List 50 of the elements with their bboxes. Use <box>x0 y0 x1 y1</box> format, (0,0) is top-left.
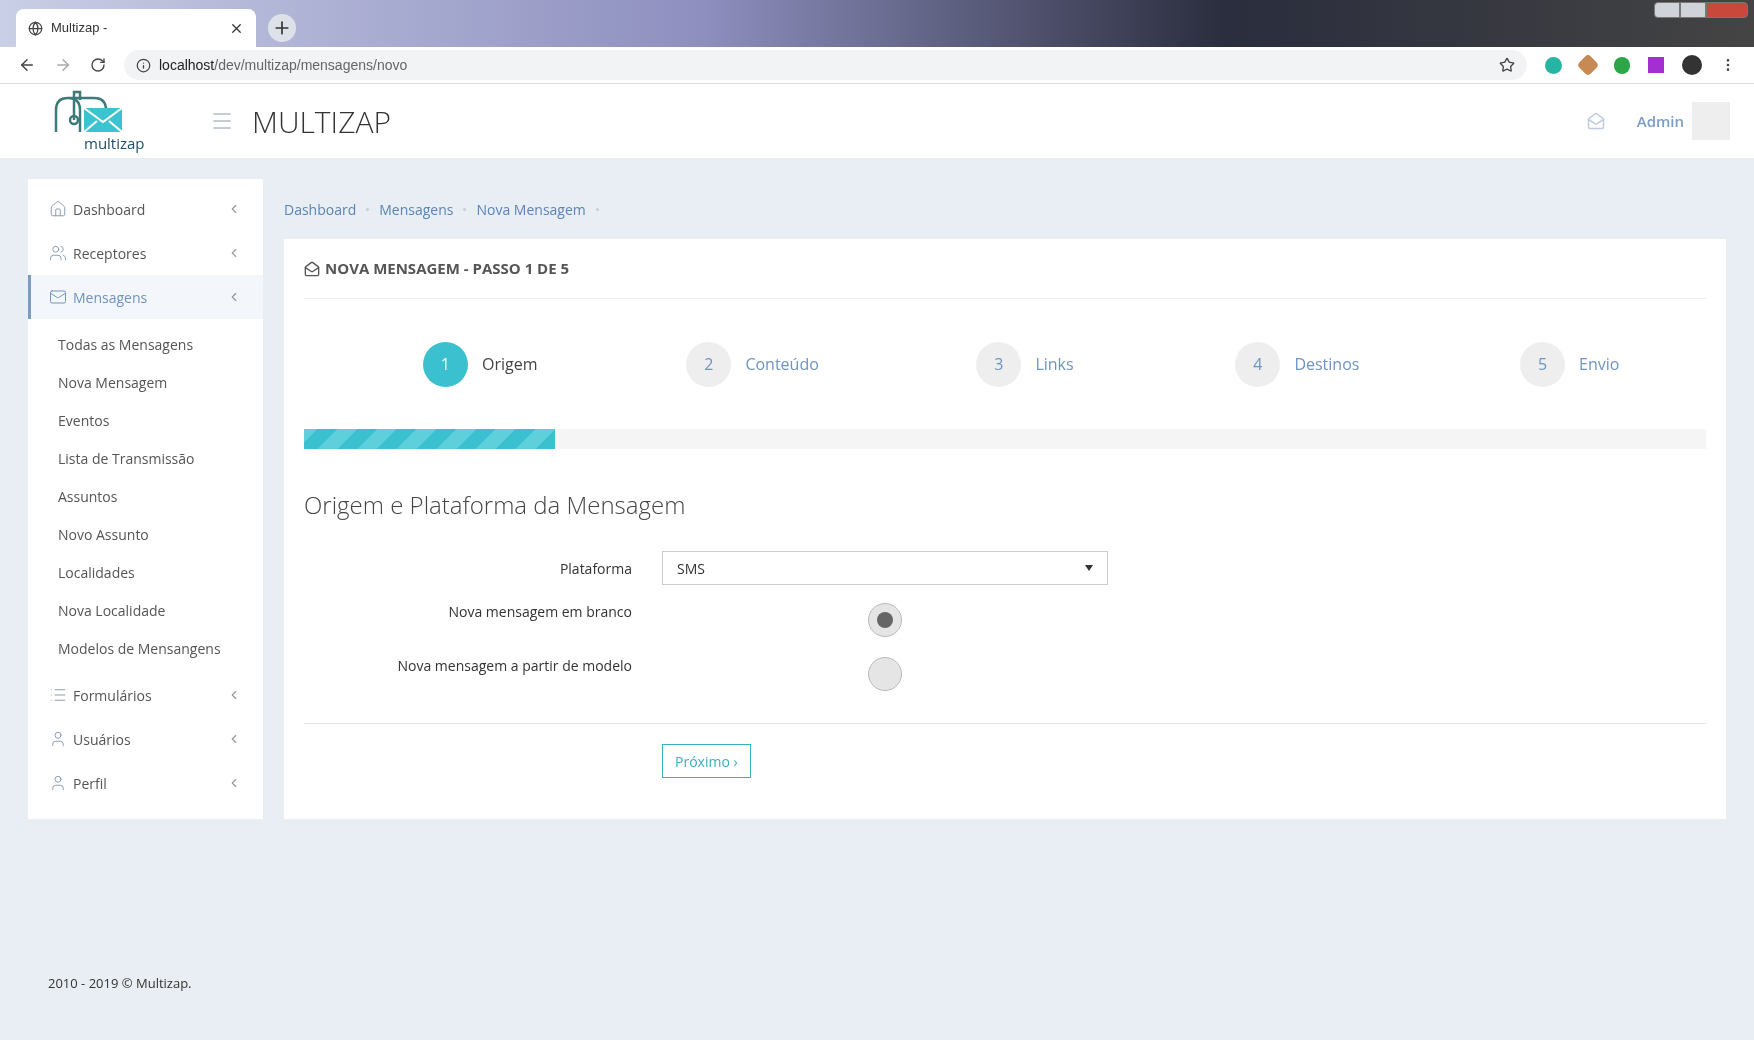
submenu-item[interactable]: Novo Assunto <box>28 515 263 553</box>
back-icon[interactable] <box>18 56 36 74</box>
browser-tab[interactable]: Multizap - <box>16 9 256 47</box>
extension-icon[interactable] <box>1614 56 1630 74</box>
info-icon <box>136 57 151 73</box>
submenu-item[interactable]: Modelos de Mensangens <box>28 629 263 667</box>
panel-title: NOVA MENSAGEM - PASSO 1 DE 5 <box>325 257 570 280</box>
user-icon <box>49 730 67 748</box>
extension-icon[interactable] <box>1545 56 1562 74</box>
users-icon <box>49 244 67 262</box>
step-label[interactable]: Origem <box>481 352 538 376</box>
new-tab-icon[interactable] <box>268 14 296 42</box>
footer-text: 2010 - 2019 © Multizap. <box>48 974 192 992</box>
platform-select[interactable]: SMS <box>662 551 1108 585</box>
bookmark-star-icon[interactable] <box>1499 57 1515 73</box>
submenu-item[interactable]: Lista de Transmissão <box>28 439 263 477</box>
submenu-item[interactable]: Nova Localidade <box>28 591 263 629</box>
list-icon <box>49 686 67 704</box>
sidebar-item[interactable]: Receptores <box>28 231 263 275</box>
option-label: Nova mensagem em branco <box>447 601 632 622</box>
reload-icon[interactable] <box>90 57 106 73</box>
url-text: localhost/dev/multizap/mensagens/novo <box>159 55 409 75</box>
window-controls-drawing[interactable] <box>1654 2 1748 18</box>
logo[interactable]: multizap <box>50 88 150 154</box>
logo-text: multizap <box>84 136 145 151</box>
user-icon <box>49 774 67 792</box>
mail-icon <box>49 288 67 306</box>
tab-title: Multizap - <box>51 19 109 38</box>
home-icon <box>49 200 67 218</box>
submenu-item[interactable]: Eventos <box>28 401 263 439</box>
submenu-item[interactable]: Localidades <box>28 553 263 591</box>
sidebar-item[interactable]: Perfil <box>28 761 263 805</box>
forward-icon[interactable] <box>54 56 72 74</box>
option-label: Nova mensagem a partir de modelo <box>396 655 632 676</box>
mail-open-icon <box>304 260 320 277</box>
sidebar-item[interactable]: Dashboard <box>28 187 263 231</box>
sidebar-item[interactable]: Formulários <box>28 673 263 717</box>
app-title: MULTIZAP <box>252 99 391 144</box>
radio-button[interactable] <box>868 657 902 691</box>
submenu-item[interactable]: Assuntos <box>28 477 263 515</box>
sidebar-item[interactable]: Usuários <box>28 717 263 761</box>
globe-icon <box>28 20 43 36</box>
address-bar[interactable]: localhost/dev/multizap/mensagens/novo <box>124 50 1527 80</box>
section-title: Origem e Plataforma da Mensagem <box>304 487 687 523</box>
submenu-item[interactable]: Todas as Mensagens <box>28 325 263 363</box>
radio-button[interactable] <box>868 603 902 637</box>
avatar[interactable] <box>1682 55 1702 75</box>
field-label: Plataforma <box>558 557 632 579</box>
dropdown-caret-icon <box>1085 565 1093 571</box>
submenu-item[interactable]: Nova Mensagem <box>28 363 263 401</box>
